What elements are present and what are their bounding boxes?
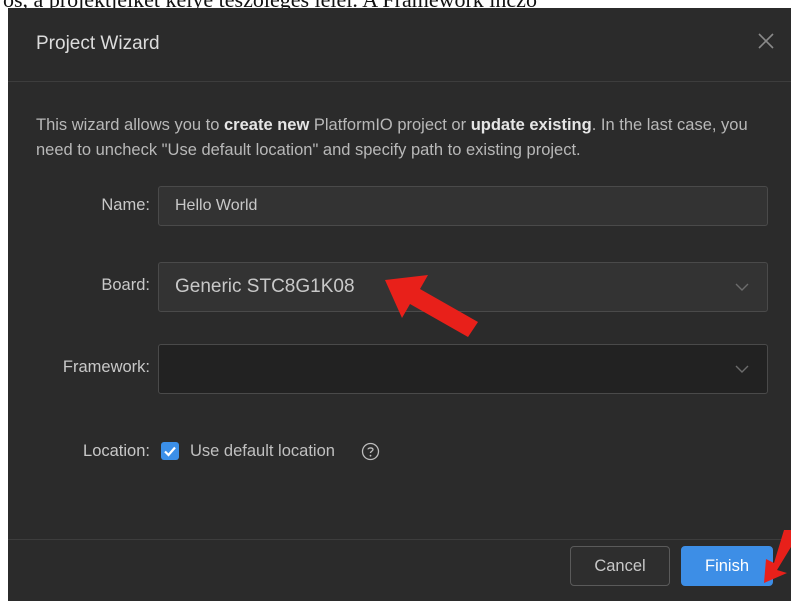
chevron-down-icon (735, 283, 749, 291)
dialog-footer (8, 539, 791, 602)
help-icon[interactable] (361, 442, 380, 461)
name-label: Name: (101, 196, 150, 214)
board-label: Board: (101, 276, 150, 294)
chevron-down-icon (735, 365, 749, 373)
annotation-arrow-finish (764, 530, 791, 583)
use-default-location-label: Use default location (190, 442, 335, 460)
dialog-header: Project Wizard (8, 8, 791, 82)
dialog-title: Project Wizard (36, 33, 160, 54)
background-text: os, a projektjeiket kelye teszolegés léi… (3, 0, 537, 8)
board-value: Generic STC8G1K08 (175, 276, 355, 297)
location-label: Location: (83, 442, 150, 460)
framework-select[interactable] (158, 344, 768, 394)
annotation-arrow-board (385, 275, 478, 337)
wizard-description: This wizard allows you to create new Pla… (36, 116, 748, 159)
background-document-text: os, a projektjeiket kelye teszolegés léi… (0, 0, 791, 8)
cancel-button[interactable]: Cancel (570, 546, 670, 586)
name-input[interactable]: Hello World (158, 186, 768, 226)
close-icon[interactable] (755, 30, 777, 52)
framework-label: Framework: (62, 358, 150, 376)
checkmark-icon (164, 446, 176, 457)
use-default-location-checkbox[interactable] (161, 442, 179, 460)
name-value: Hello World (175, 197, 258, 214)
